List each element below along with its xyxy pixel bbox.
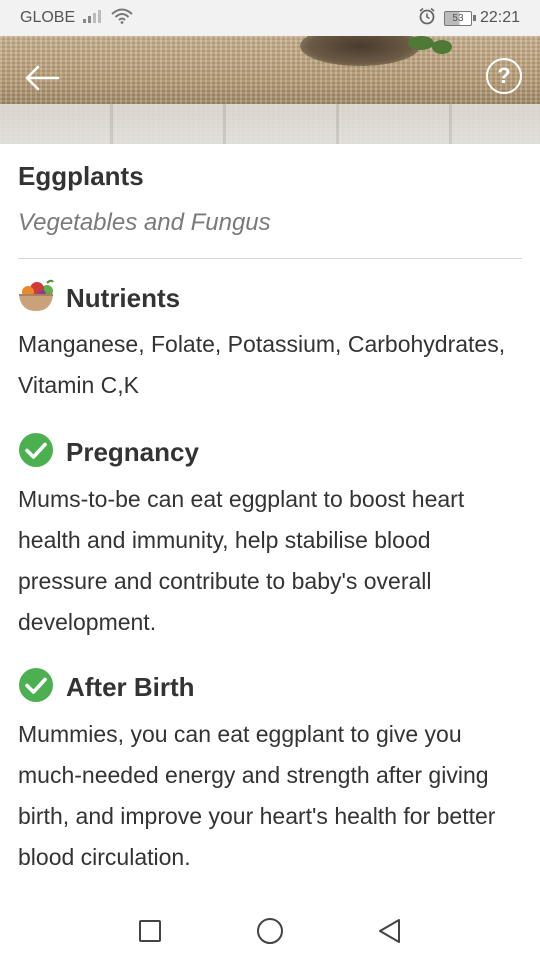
battery-icon: 53 xyxy=(443,10,476,26)
food-category: Vegetables and Fungus xyxy=(18,209,271,236)
section-header: After Birth xyxy=(18,667,522,708)
nutrients-section: Nutrients Manganese, Folate, Potassium, … xyxy=(18,279,522,406)
hero-image xyxy=(0,36,540,144)
check-circle-icon xyxy=(18,667,54,708)
section-body: Manganese, Folate, Potassium, Carbohydra… xyxy=(18,331,506,398)
after-birth-section: After Birth Mummies, you can eat eggplan… xyxy=(18,667,522,878)
carrier-label: GLOBE xyxy=(20,9,76,26)
hero-wood-planks xyxy=(0,104,540,144)
section-header: Pregnancy xyxy=(18,432,522,473)
hero-leaf xyxy=(408,36,434,50)
signal-icon xyxy=(83,9,103,28)
section-body: Mummies, you can eat eggplant to give yo… xyxy=(18,721,496,870)
section-title: Pregnancy xyxy=(66,437,199,467)
status-left: GLOBE xyxy=(20,8,133,29)
section-body: Mums-to-be can eat eggplant to boost hea… xyxy=(18,486,465,635)
section-title: Nutrients xyxy=(66,283,181,313)
status-bar: GLOBE 53 22:21 xyxy=(0,0,540,36)
back-triangle-icon xyxy=(379,919,400,943)
hero-leaf xyxy=(432,40,452,54)
home-button[interactable] xyxy=(255,916,285,946)
divider xyxy=(18,258,522,259)
food-name: Eggplants xyxy=(18,161,144,191)
home-circle-icon xyxy=(257,918,283,944)
back-button[interactable] xyxy=(22,58,62,98)
pregnancy-section: Pregnancy Mums-to-be can eat eggplant to… xyxy=(18,432,522,643)
system-back-button[interactable] xyxy=(375,916,405,946)
system-nav-bar xyxy=(0,902,540,960)
recents-button[interactable] xyxy=(135,916,165,946)
status-right: 53 22:21 xyxy=(418,7,520,30)
food-detail: Eggplants Vegetables and Fungus Nutrient… xyxy=(18,144,522,878)
clock-time: 22:21 xyxy=(479,9,520,26)
hero-bowl-shadow xyxy=(300,36,420,66)
check-circle-icon xyxy=(18,432,54,473)
battery-level: 53 xyxy=(452,12,464,24)
section-title: After Birth xyxy=(66,672,195,702)
wifi-icon xyxy=(111,8,133,29)
help-button[interactable]: ? xyxy=(486,58,522,94)
fruit-bowl-icon xyxy=(18,279,54,318)
section-header: Nutrients xyxy=(18,279,522,318)
alarm-icon xyxy=(418,7,436,30)
recents-square-icon xyxy=(139,920,161,942)
arrow-left-icon xyxy=(25,65,60,91)
question-mark-icon: ? xyxy=(497,63,511,88)
